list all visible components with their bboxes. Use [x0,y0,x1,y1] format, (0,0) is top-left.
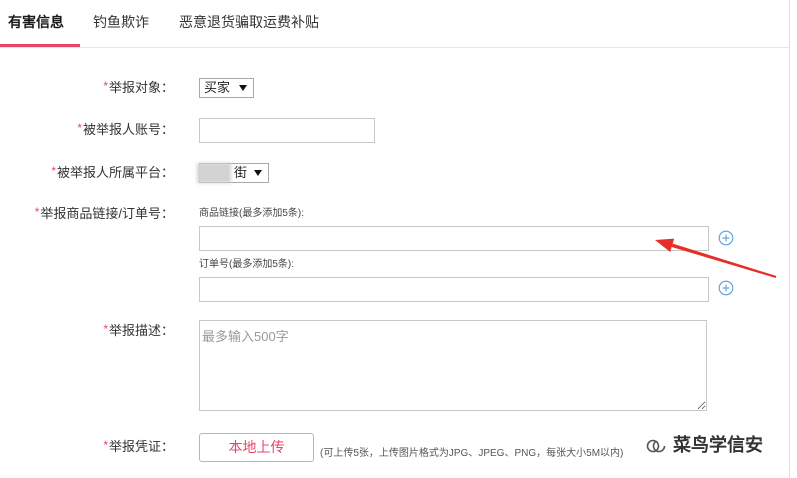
platform-label-text: 被举报人所属平台： [56,165,174,180]
report-target-select[interactable]: 买家 [199,78,254,98]
required-mark: * [77,121,82,135]
product-link-hint: 商品链接(最多添加5条): [199,208,304,219]
links-label: *举报商品链接/订单号： [0,205,174,223]
report-target-label: *举报对象： [0,79,174,97]
report-target-value: 买家 [204,80,231,95]
tab-divider [0,47,790,48]
platform-value: 街 [234,165,248,180]
required-mark: * [103,322,108,336]
plus-circle-icon[interactable] [718,280,734,296]
tab-bar: 有害信息 钓鱼欺诈 恶意退货骗取运费补贴 [0,0,790,47]
report-target-label-text: 举报对象： [108,80,174,95]
evidence-label-text: 举报凭证： [108,439,174,454]
reported-account-input[interactable] [199,118,375,143]
order-no-hint: 订单号(最多添加5条): [199,259,294,270]
required-mark: * [34,205,40,219]
platform-label: *被举报人所属平台： [0,164,174,182]
product-link-input[interactable] [199,226,709,251]
required-mark: * [103,438,108,452]
report-page: 有害信息 钓鱼欺诈 恶意退货骗取运费补贴 *举报对象： 买家 *被举报人账号： … [0,0,797,478]
tab-harmful-info[interactable]: 有害信息 [8,12,64,32]
reported-account-label: *被举报人账号： [0,121,174,139]
dropdown-arrow-icon [239,85,247,91]
dropdown-arrow-icon [254,170,262,176]
reported-account-label-text: 被举报人账号： [82,122,174,137]
watermark-text: 菜鸟学信安 [673,435,763,455]
platform-select[interactable]: 街 [197,163,269,183]
redacted-value [197,163,231,183]
frame-border [789,0,790,478]
required-mark: * [103,79,108,93]
local-upload-button[interactable]: 本地上传 [199,433,314,462]
order-no-input[interactable] [199,277,709,302]
wechat-icon [646,439,666,453]
required-mark: * [51,164,56,178]
plus-circle-icon[interactable] [718,230,734,246]
tab-phishing-fraud[interactable]: 钓鱼欺诈 [93,12,149,32]
links-label-text: 举报商品链接/订单号： [40,206,174,221]
upload-note: (可上传5张，上传图片格式为JPG、JPEG、PNG，每张大小5M以内) [320,448,624,459]
description-label-text: 举报描述： [108,323,174,338]
description-textarea[interactable] [199,320,707,411]
description-label: *举报描述： [0,322,174,340]
tab-malicious-return[interactable]: 恶意退货骗取运费补贴 [179,12,319,32]
evidence-label: *举报凭证： [0,438,174,456]
